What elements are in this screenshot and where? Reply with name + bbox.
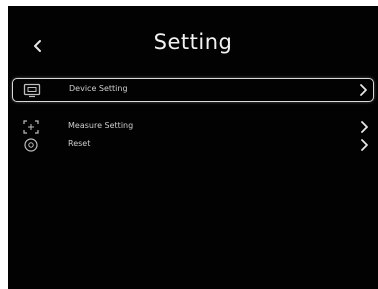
chevron-right-icon xyxy=(361,139,368,151)
menu-item-device-setting[interactable]: Device Setting xyxy=(12,78,374,102)
menu-item-label: Measure Setting xyxy=(68,121,134,130)
page-title: Setting xyxy=(153,30,233,54)
device-setting-icon xyxy=(23,83,41,98)
settings-screen: Setting Device Setting Measure Setting R… xyxy=(8,6,378,289)
menu-item-label: Reset xyxy=(68,139,91,148)
menu-item-label: Device Setting xyxy=(69,84,128,93)
reset-icon xyxy=(24,138,38,152)
menu-item-reset[interactable]: Reset xyxy=(12,134,374,158)
chevron-right-icon xyxy=(361,121,368,133)
chevron-right-icon xyxy=(360,84,367,96)
measure-setting-icon xyxy=(23,120,39,134)
header: Setting xyxy=(8,6,378,78)
